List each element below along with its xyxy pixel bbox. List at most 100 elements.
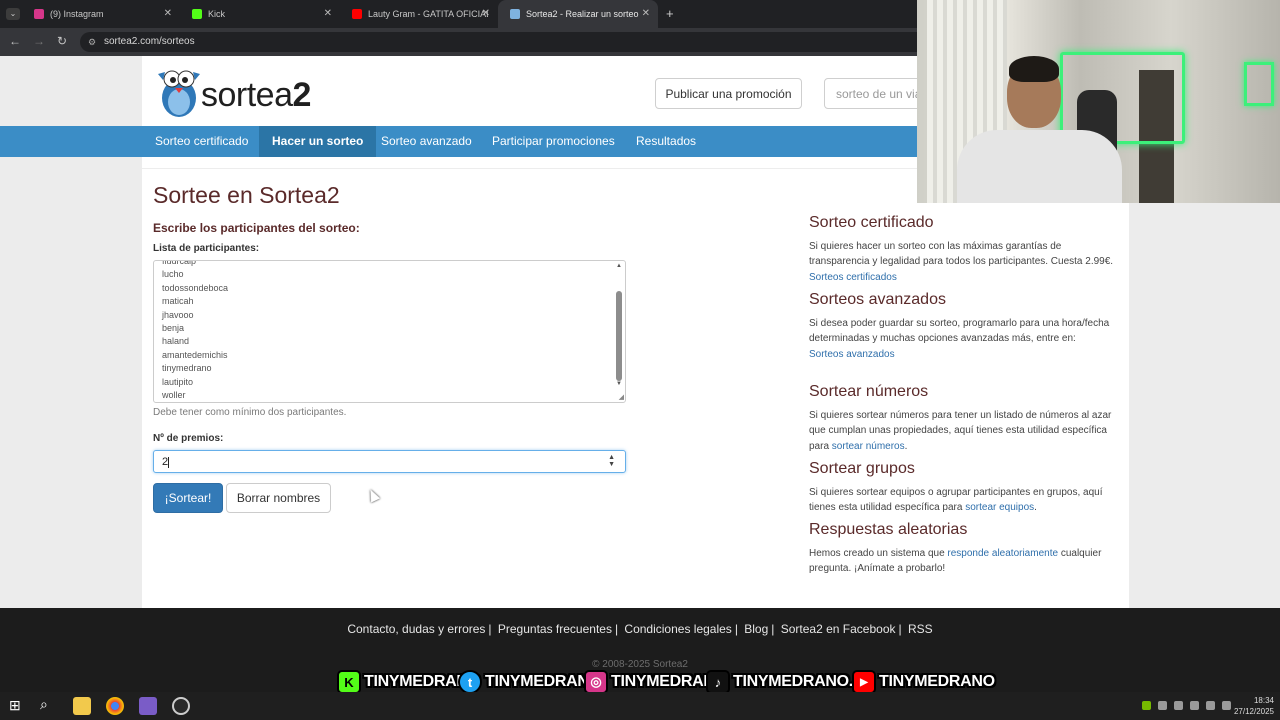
- close-icon[interactable]: ✕: [482, 8, 490, 19]
- instagram-icon: [34, 9, 44, 19]
- clock-date: 27/12/2025: [1233, 707, 1274, 716]
- nav-item-sorteo-certificado[interactable]: Sorteo certificado: [142, 126, 261, 157]
- sidebar-text-grupos: Si quieres sortear equipos o agrupar par…: [809, 485, 1121, 516]
- file-explorer-icon[interactable]: [73, 697, 91, 715]
- clear-names-button[interactable]: Borrar nombres: [226, 483, 331, 513]
- footer-link-faq[interactable]: Preguntas frecuentes: [498, 622, 612, 636]
- webcam-neon-k-sign: [1244, 62, 1274, 106]
- sidebar-title-respuestas: Respuestas aleatorias: [809, 521, 968, 538]
- participants-textarea[interactable]: fludrcalp lucho todossondeboca maticah j…: [153, 260, 626, 403]
- nav-item-participar-promociones[interactable]: Participar promociones: [479, 126, 628, 157]
- webcam-overlay: [917, 0, 1280, 203]
- tab-list-dropdown-icon[interactable]: ⌄: [6, 8, 20, 20]
- browser-tab-instagram[interactable]: (9) Instagram ✕: [22, 0, 180, 28]
- page-title: Sortee en Sortea2: [153, 182, 340, 208]
- sidebar-title-grupos: Sortear grupos: [809, 460, 915, 477]
- search-icon[interactable]: ⌕: [40, 696, 48, 713]
- windows-taskbar: ⊞ ⌕ 18:34 27/12/2025: [0, 692, 1280, 720]
- sidebar-link-certificados[interactable]: Sorteos certificados: [809, 272, 897, 283]
- sidebar-link-equipos[interactable]: sortear equipos: [965, 502, 1034, 513]
- draw-button[interactable]: ¡Sortear!: [153, 483, 223, 513]
- sidebar-link-avanzados[interactable]: Sorteos avanzados: [809, 349, 895, 360]
- youtube-icon: ▶: [852, 670, 876, 694]
- number-stepper-icon[interactable]: ▲ ▼: [608, 454, 615, 468]
- footer-link-rss[interactable]: RSS: [908, 622, 933, 636]
- overlay-youtube: ▶ TINYMEDRANO: [852, 670, 995, 694]
- browser-tab-kick[interactable]: Kick ✕: [180, 0, 340, 28]
- sidebar-body: Si quieres sortear equipos o agrupar par…: [809, 487, 1103, 514]
- participant-entry: jhavooo: [162, 309, 194, 320]
- participant-entry: maticah: [162, 296, 194, 307]
- new-tab-button[interactable]: +: [666, 6, 674, 21]
- sidebar-link-numeros[interactable]: sortear números: [832, 441, 905, 452]
- kick-icon: K: [337, 670, 361, 694]
- scroll-up-icon[interactable]: ▲: [616, 263, 622, 269]
- clock-time: 18:34: [1253, 696, 1274, 705]
- nav-item-sorteo-avanzado[interactable]: Sorteo avanzado: [368, 126, 485, 157]
- prizes-number-input[interactable]: 2 ▲ ▼: [153, 450, 626, 473]
- close-icon[interactable]: ✕: [324, 8, 332, 19]
- system-clock[interactable]: 18:34 27/12/2025: [1234, 695, 1274, 717]
- overlay-twitter: t TINYMEDRANO: [458, 670, 601, 694]
- obs-icon[interactable]: [172, 697, 190, 715]
- browser-tab-youtube[interactable]: Lauty Gram - GATITA OFICIAL ( ✕: [340, 0, 498, 28]
- close-icon[interactable]: ✕: [164, 8, 172, 19]
- discord-icon[interactable]: [139, 697, 157, 715]
- participant-entry: todossondeboca: [162, 282, 229, 293]
- sortea2-logo-text[interactable]: sortea2: [201, 76, 311, 115]
- reload-icon[interactable]: ↻: [57, 34, 67, 48]
- webcam-person-body: [957, 130, 1122, 203]
- volume-icon[interactable]: [1222, 701, 1231, 710]
- footer-link-contacto[interactable]: Contacto, dudas y errores: [347, 622, 485, 636]
- footer-link-legal[interactable]: Condiciones legales: [624, 622, 731, 636]
- sidebar-title-avanzados: Sorteos avanzados: [809, 291, 946, 308]
- section-subtitle: Escribe los participantes del sorteo:: [153, 221, 360, 235]
- instagram-icon: ◎: [584, 670, 608, 694]
- participant-entry: haland: [162, 336, 190, 347]
- footer-link-blog[interactable]: Blog: [744, 622, 768, 636]
- participant-entry: lautipito: [162, 376, 194, 387]
- tray-icon[interactable]: [1158, 701, 1167, 710]
- sidebar-body: Hemos creado un sistema que: [809, 548, 948, 559]
- forward-icon[interactable]: →: [33, 34, 45, 48]
- youtube-icon: [352, 9, 362, 19]
- text-caret: [168, 456, 170, 468]
- scrollbar-thumb[interactable]: [616, 291, 622, 381]
- back-icon[interactable]: ←: [9, 34, 21, 48]
- scroll-down-icon[interactable]: ▼: [616, 381, 622, 387]
- participant-entry: benja: [162, 322, 185, 333]
- chrome-icon[interactable]: [106, 697, 124, 715]
- footer-link-facebook[interactable]: Sortea2 en Facebook: [781, 622, 896, 636]
- browser-tab-sortea2[interactable]: Sortea2 - Realizar un sorteo ✕: [498, 0, 658, 28]
- kick-icon: [192, 9, 202, 19]
- nav-item-hacer-un-sorteo[interactable]: Hacer un sorteo: [259, 126, 377, 157]
- sidebar-text-certificado: Si quieres hacer un sorteo con las máxim…: [809, 239, 1121, 285]
- sortea2-mascot-logo[interactable]: [155, 66, 203, 118]
- tab-title: Sortea2 - Realizar un sorteo: [526, 9, 639, 19]
- nvidia-tray-icon[interactable]: [1142, 701, 1151, 710]
- sidebar-after: .: [904, 440, 908, 452]
- participant-entry: tinymedrano: [162, 363, 212, 374]
- network-icon[interactable]: [1206, 701, 1215, 710]
- nav-item-resultados[interactable]: Resultados: [623, 126, 709, 157]
- tray-icon[interactable]: [1190, 701, 1199, 710]
- close-icon[interactable]: ✕: [642, 8, 650, 19]
- sidebar-title-certificado: Sorteo certificado: [809, 214, 934, 231]
- tab-title: Kick: [208, 9, 226, 19]
- participant-entry: fludrcalp: [162, 260, 197, 266]
- sidebar-text-respuestas: Hemos creado un sistema que responde ale…: [809, 546, 1121, 577]
- resize-handle-icon[interactable]: ◢: [619, 393, 624, 401]
- participant-entry: woller: [162, 389, 186, 400]
- participant-entry: amantedemichis: [162, 349, 228, 360]
- tray-icon[interactable]: [1174, 701, 1183, 710]
- sidebar-after: .: [1034, 502, 1037, 514]
- twitter-icon: t: [458, 670, 482, 694]
- footer-links: Contacto, dudas y errores | Preguntas fre…: [347, 622, 933, 636]
- sidebar-link-aleatoriamente[interactable]: responde aleatoriamente: [947, 548, 1058, 559]
- site-info-icon[interactable]: ⚙: [88, 32, 96, 52]
- overlay-tiktok: ♪ TINYMEDRANO.JR: [706, 670, 873, 694]
- min-participants-note: Debe tener como mínimo dos participantes…: [153, 407, 347, 418]
- publish-promotion-button[interactable]: Publicar una promoción: [655, 78, 802, 109]
- sidebar-text-numeros: Si quieres sortear números para tener un…: [809, 408, 1121, 454]
- windows-start-icon[interactable]: ⊞: [9, 697, 21, 714]
